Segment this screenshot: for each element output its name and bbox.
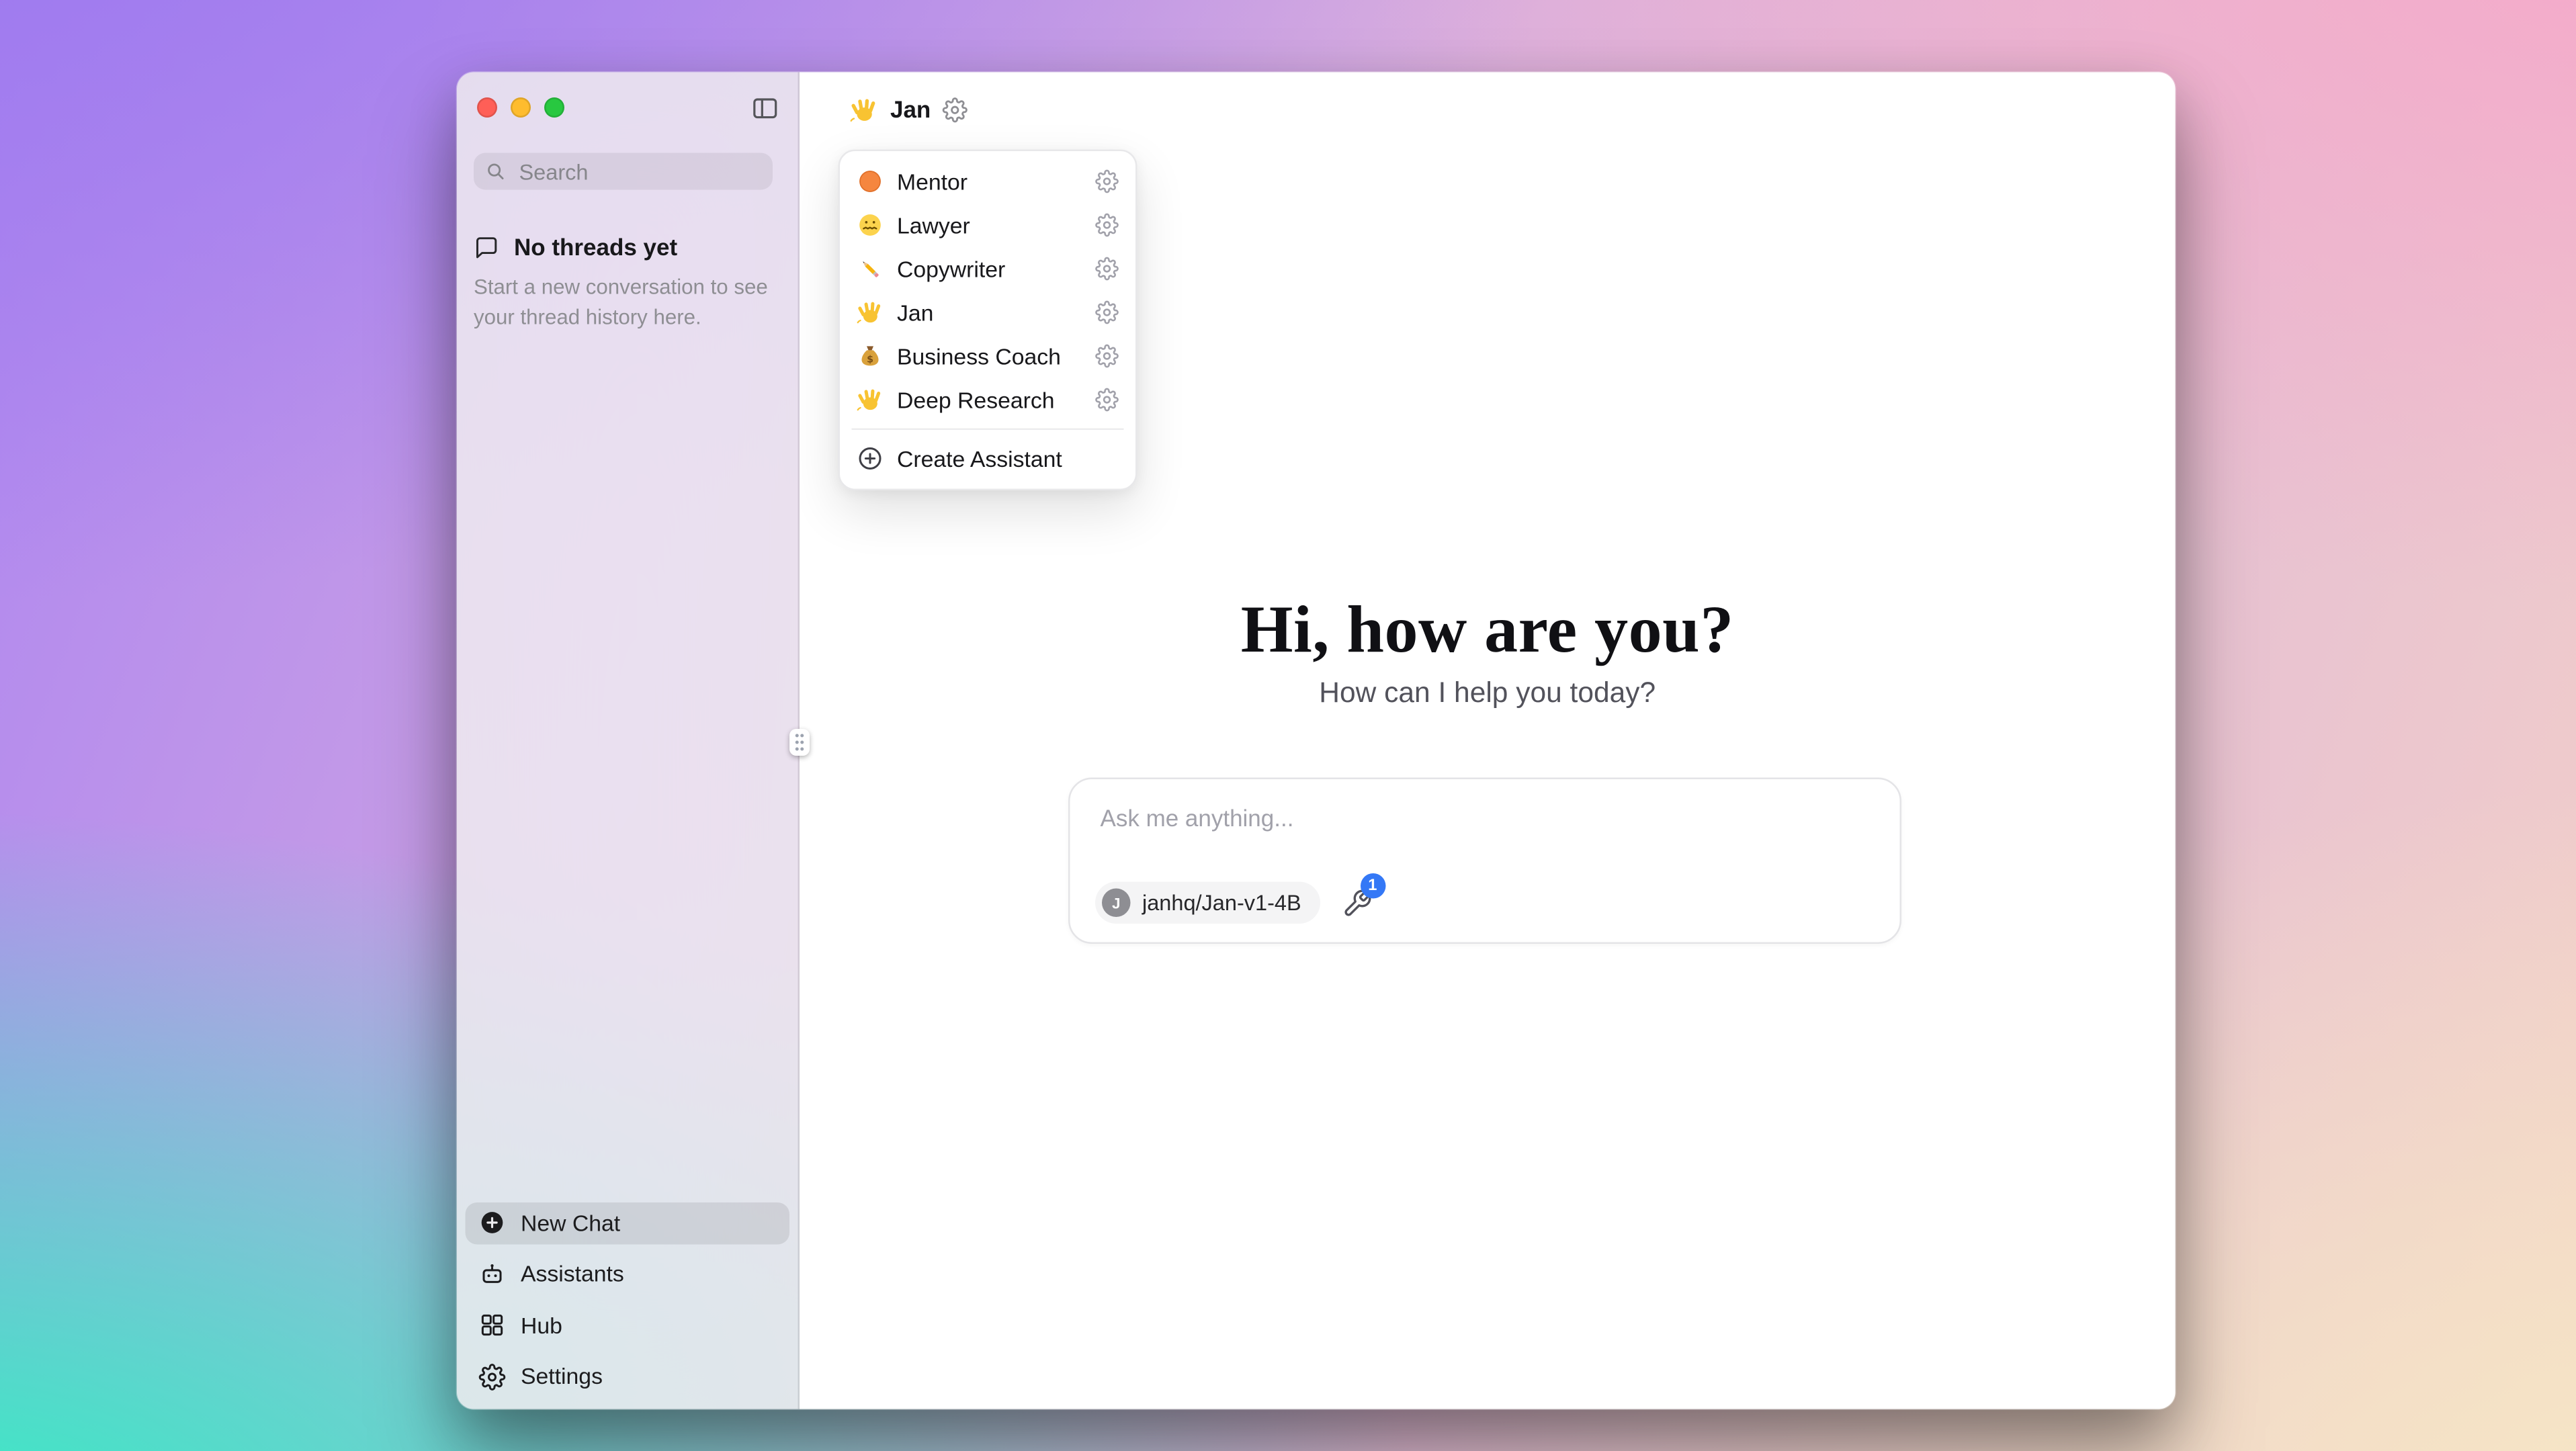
money-bag-icon xyxy=(857,343,884,369)
sidebar: No threads yet Start a new conversation … xyxy=(457,73,800,1409)
greeting-subtitle: How can I help you today? xyxy=(800,677,2176,711)
sidebar-item-hub[interactable]: Hub xyxy=(466,1304,790,1346)
settings-icon xyxy=(479,1363,506,1390)
wave-icon xyxy=(857,386,884,413)
assistant-settings-icon[interactable] xyxy=(1095,170,1119,193)
main-header: Jan xyxy=(800,73,2176,146)
model-name: janhq/Jan-v1-4B xyxy=(1142,890,1301,916)
pencil-icon xyxy=(857,255,884,282)
assistants-icon xyxy=(479,1260,506,1287)
window-controls xyxy=(477,97,564,118)
menu-item-label: Business Coach xyxy=(897,343,1061,369)
empty-state-description: Start a new conversation to see your thr… xyxy=(474,274,769,333)
assistant-settings-icon[interactable] xyxy=(1095,301,1119,324)
sidebar-item-new-chat[interactable]: New Chat xyxy=(466,1202,790,1244)
assistant-settings-icon[interactable] xyxy=(1095,388,1119,412)
assistant-settings-icon[interactable] xyxy=(1095,257,1119,281)
sidebar-item-settings[interactable]: Settings xyxy=(466,1356,790,1398)
close-button[interactable] xyxy=(477,97,497,118)
assistant-menu: Mentor Lawyer Copywriter Jan xyxy=(839,150,1137,491)
minimize-button[interactable] xyxy=(511,97,531,118)
wave-icon xyxy=(850,95,879,124)
menu-separator xyxy=(852,429,1124,431)
message-input[interactable] xyxy=(1097,803,1873,833)
menu-item-label: Deep Research xyxy=(897,387,1055,412)
sidebar-item-assistants[interactable]: Assistants xyxy=(466,1253,790,1295)
hub-icon xyxy=(479,1312,506,1339)
threads-empty-state: No threads yet Start a new conversation … xyxy=(474,234,781,333)
orange-circle-icon xyxy=(857,168,884,195)
grip-dots-icon xyxy=(793,732,806,752)
panel-left-icon xyxy=(751,94,780,123)
sidebar-item-label: Settings xyxy=(521,1364,603,1389)
search-icon xyxy=(486,161,506,181)
empty-state-title: No threads yet xyxy=(514,234,677,261)
menu-item-label: Jan xyxy=(897,300,933,325)
model-avatar: J xyxy=(1102,889,1131,918)
menu-item-mentor[interactable]: Mentor xyxy=(849,160,1127,204)
zoom-button[interactable] xyxy=(544,97,564,118)
zipper-face-icon xyxy=(857,212,884,238)
sidebar-item-label: Hub xyxy=(521,1313,562,1338)
greeting: Hi, how are you? How can I help you toda… xyxy=(800,590,2176,711)
desktop-background: No threads yet Start a new conversation … xyxy=(0,0,2576,1451)
app-window: No threads yet Start a new conversation … xyxy=(457,73,2176,1409)
menu-item-lawyer[interactable]: Lawyer xyxy=(849,204,1127,247)
assistant-settings-icon[interactable] xyxy=(1095,345,1119,368)
sidebar-toggle-button[interactable] xyxy=(751,94,780,123)
menu-item-label: Mentor xyxy=(897,169,968,194)
chat-bubble-icon xyxy=(474,234,499,260)
menu-item-label: Copywriter xyxy=(897,256,1005,281)
new-chat-icon xyxy=(479,1209,506,1236)
menu-item-jan[interactable]: Jan xyxy=(849,291,1127,335)
greeting-title: Hi, how are you? xyxy=(800,590,2176,670)
search-input[interactable] xyxy=(516,157,761,186)
create-assistant-label: Create Assistant xyxy=(897,446,1062,472)
composer-toolbar: J janhq/Jan-v1-4B 1 xyxy=(1095,882,1372,924)
menu-item-label: Lawyer xyxy=(897,212,970,238)
sidebar-nav: New Chat Assistants Hub Settings xyxy=(466,1202,790,1397)
menu-item-business-coach[interactable]: Business Coach xyxy=(849,335,1127,378)
assistant-settings-icon[interactable] xyxy=(1095,214,1119,237)
sidebar-item-label: New Chat xyxy=(521,1210,620,1235)
sidebar-item-label: Assistants xyxy=(521,1262,624,1287)
main-content: Jan Mentor Lawyer Copywriter xyxy=(800,73,2176,1409)
wave-icon xyxy=(857,299,884,326)
current-assistant-name: Jan xyxy=(890,96,931,123)
menu-item-deep-research[interactable]: Deep Research xyxy=(849,378,1127,422)
assistant-gear-icon[interactable] xyxy=(943,97,968,122)
model-selector-chip[interactable]: J janhq/Jan-v1-4B xyxy=(1095,882,1320,924)
tools-count-badge: 1 xyxy=(1360,873,1385,898)
sidebar-resize-handle[interactable] xyxy=(789,729,810,756)
assistant-selector-button[interactable]: Jan xyxy=(840,88,978,130)
plus-circle-icon xyxy=(857,445,884,472)
tools-button[interactable]: 1 xyxy=(1342,887,1372,918)
menu-item-copywriter[interactable]: Copywriter xyxy=(849,247,1127,291)
search-field[interactable] xyxy=(474,153,773,190)
create-assistant-button[interactable]: Create Assistant xyxy=(849,437,1127,480)
composer-card: J janhq/Jan-v1-4B 1 xyxy=(1068,778,1901,944)
